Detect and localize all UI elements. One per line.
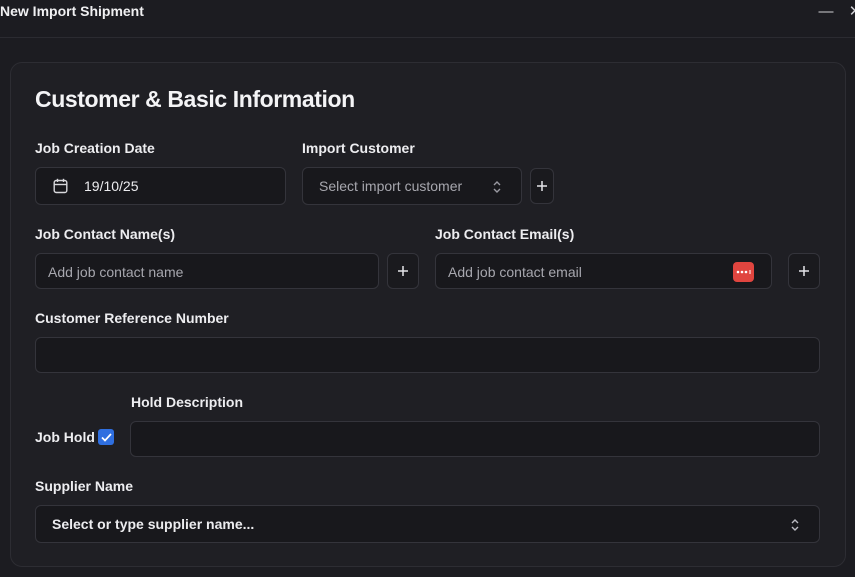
plus-icon (537, 181, 547, 191)
window-title: New Import Shipment (0, 3, 144, 19)
job-contact-email-input[interactable]: Add job contact email (435, 253, 772, 289)
job-contact-email-placeholder: Add job contact email (448, 264, 582, 280)
job-contact-name-label: Job Contact Name(s) (35, 226, 176, 242)
calendar-icon (53, 178, 68, 194)
job-contact-name-input[interactable]: Add job contact name (35, 253, 379, 289)
supplier-name-select[interactable]: Select or type supplier name... (35, 505, 820, 543)
add-job-contact-name-button[interactable] (387, 253, 419, 289)
plus-icon (799, 266, 809, 276)
hold-description-label: Hold Description (131, 394, 244, 410)
minimize-button[interactable]: — (816, 0, 836, 22)
check-icon (100, 432, 112, 442)
job-creation-date-value: 19/10/25 (84, 178, 139, 194)
supplier-name-placeholder: Select or type supplier name... (52, 516, 255, 532)
job-contact-email-label: Job Contact Email(s) (435, 226, 575, 242)
hold-description-input[interactable] (130, 421, 820, 457)
job-creation-date-label: Job Creation Date (35, 140, 155, 156)
customer-reference-input[interactable] (35, 337, 820, 373)
chevron-up-down-icon (791, 519, 799, 531)
import-customer-placeholder: Select import customer (319, 178, 463, 194)
import-customer-label: Import Customer (302, 140, 415, 156)
job-contact-name-placeholder: Add job contact name (48, 264, 184, 280)
plus-icon (398, 266, 408, 276)
customer-reference-label: Customer Reference Number (35, 310, 229, 326)
import-customer-select[interactable]: Select import customer (302, 167, 522, 205)
chevron-up-down-icon (493, 181, 501, 193)
job-hold-label: Job Hold (35, 429, 95, 445)
section-title: Customer & Basic Information (35, 86, 355, 112)
job-creation-date-field[interactable]: 19/10/25 (35, 167, 286, 205)
job-hold-checkbox[interactable] (98, 429, 114, 445)
add-job-contact-email-button[interactable] (788, 253, 820, 289)
customer-info-card: Customer & Basic Information Job Creatio… (10, 62, 846, 567)
close-button[interactable]: ✕ (845, 0, 855, 22)
password-manager-icon[interactable] (733, 262, 754, 282)
supplier-name-label: Supplier Name (35, 478, 134, 494)
add-import-customer-button[interactable] (530, 168, 554, 204)
title-bar: New Import Shipment — ✕ (0, 0, 855, 38)
